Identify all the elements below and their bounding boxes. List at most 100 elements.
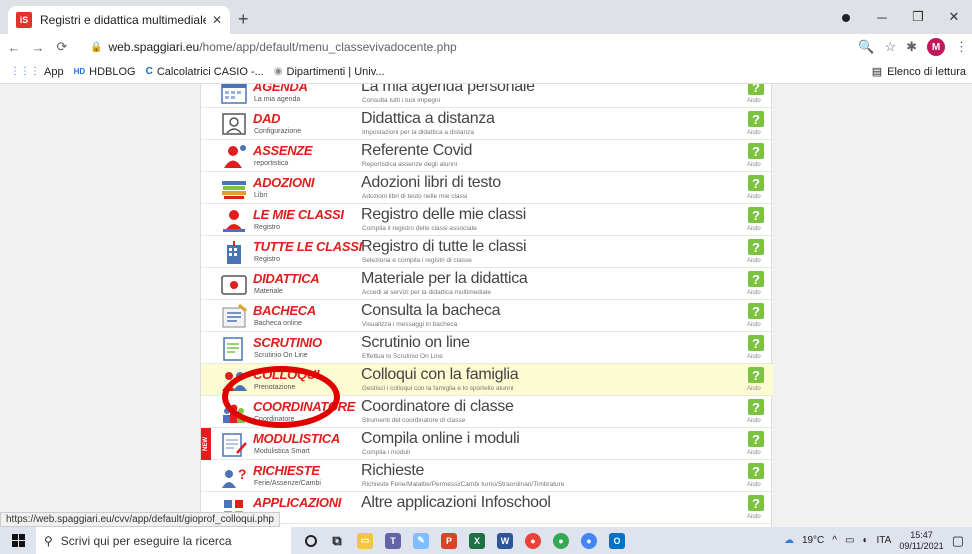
windows-start-icon[interactable] bbox=[0, 534, 36, 547]
menu-item-desc[interactable]: Colloqui con la famiglia bbox=[361, 366, 519, 384]
help-icon[interactable]: ? bbox=[748, 143, 764, 159]
new-tab-icon[interactable]: + bbox=[238, 9, 249, 30]
menu-item-desc[interactable]: Adozioni libri di testo bbox=[361, 174, 501, 192]
menu-item-desc[interactable]: Referente Covid bbox=[361, 142, 472, 160]
menu-item-applicazioni[interactable]: APPLICAZIONI Altre applicazioni Infoschoo… bbox=[201, 492, 773, 524]
menu-item-name[interactable]: COORDINATORE bbox=[253, 399, 355, 414]
outlook-icon[interactable]: O bbox=[609, 532, 625, 549]
network-icon[interactable]: ▭ bbox=[845, 535, 854, 546]
menu-item-name[interactable]: RICHIESTE bbox=[253, 463, 320, 478]
menu-item-name[interactable]: APPLICAZIONI bbox=[253, 495, 341, 510]
menu-item-name[interactable]: ADOZIONI bbox=[253, 175, 314, 190]
menu-item-desc[interactable]: Consulta la bacheca bbox=[361, 302, 501, 320]
chrome-alt-icon[interactable]: ● bbox=[581, 532, 597, 549]
close-tab-icon[interactable]: ✕ bbox=[212, 13, 222, 27]
minimize-button[interactable]: ─ bbox=[864, 10, 900, 25]
menu-item-desc[interactable]: Richieste bbox=[361, 462, 424, 480]
excel-icon[interactable]: X bbox=[469, 532, 485, 549]
menu-item-desc[interactable]: Coordinatore di classe bbox=[361, 398, 514, 416]
cortana-icon[interactable] bbox=[305, 534, 317, 547]
lock-icon: 🔒 bbox=[90, 41, 103, 53]
menu-item-desc[interactable]: Registro delle mie classi bbox=[361, 206, 526, 224]
word-icon[interactable]: W bbox=[497, 532, 513, 549]
menu-item-scrutinio[interactable]: SCRUTINIO Scrutinio On Line Scrutinio on l… bbox=[201, 332, 773, 364]
reading-list[interactable]: ▤ Elenco di lettura bbox=[872, 65, 966, 79]
menu-item-assenze[interactable]: ASSENZE reportistica Referente Covid Report… bbox=[201, 140, 773, 172]
teams-icon[interactable]: T bbox=[385, 532, 401, 549]
menu-item-modulistica[interactable]: NEW MODULISTICA Modulistica Smart Compila o… bbox=[201, 428, 773, 460]
file-explorer-icon[interactable]: ▭ bbox=[357, 532, 373, 549]
profile-avatar[interactable]: M bbox=[927, 38, 945, 56]
menu-item-name[interactable]: DAD bbox=[253, 111, 281, 126]
help-icon[interactable]: ? bbox=[748, 303, 764, 319]
bookmark-star-icon[interactable]: ☆ bbox=[884, 39, 896, 55]
chrome-profile-icon[interactable]: ● bbox=[553, 532, 569, 549]
taskbar-search[interactable]: ⚲ Scrivi qui per eseguire la ricerca bbox=[36, 527, 291, 554]
menu-item-le-mie-classi[interactable]: LE MIE CLASSI Registro Registro delle mie … bbox=[201, 204, 773, 236]
help-icon[interactable]: ? bbox=[748, 84, 764, 95]
menu-item-richieste[interactable]: ? RICHIESTE Ferie/Assenze/Cambi Richieste Ri… bbox=[201, 460, 773, 492]
restore-button[interactable]: ❐ bbox=[900, 9, 936, 25]
browser-tab[interactable]: iS Registri e didattica multimediale ✕ bbox=[8, 6, 230, 34]
help-icon[interactable]: ? bbox=[748, 367, 764, 383]
bookmark-casio[interactable]: C Calcolatrici CASIO -... bbox=[146, 66, 264, 78]
menu-item-desc[interactable]: Altre applicazioni Infoschool bbox=[361, 494, 551, 512]
help-icon[interactable]: ? bbox=[748, 111, 764, 127]
clock[interactable]: 15:47 09/11/2021 bbox=[899, 530, 943, 552]
weather-icon[interactable]: ☁ bbox=[784, 535, 794, 546]
url-field[interactable]: 🔒 web.spaggiari.eu/home/app/default/menu… bbox=[90, 36, 888, 58]
reload-icon[interactable]: ⟳ bbox=[52, 39, 72, 55]
language[interactable]: ITA bbox=[876, 535, 891, 546]
menu-item-name[interactable]: LE MIE CLASSI bbox=[253, 207, 344, 222]
menu-item-bacheca[interactable]: BACHECA Bacheca online Consulta la bacheca… bbox=[201, 300, 773, 332]
menu-item-colloqui[interactable]: COLLOQUI Prenotazione Colloqui con la fami… bbox=[201, 364, 773, 396]
help-icon[interactable]: ? bbox=[748, 399, 764, 415]
menu-item-agenda[interactable]: AGENDA La mia agenda La mia agenda persona… bbox=[201, 84, 773, 108]
bookmark-dipartimenti[interactable]: ◉ Dipartimenti | Univ... bbox=[274, 66, 385, 78]
menu-item-desc[interactable]: Compila online i moduli bbox=[361, 430, 520, 448]
browser-menu-icon[interactable]: ⋮ bbox=[955, 39, 968, 55]
tray-chevron-icon[interactable]: ^ bbox=[832, 535, 837, 546]
help-icon[interactable]: ? bbox=[748, 335, 764, 351]
help-icon[interactable]: ? bbox=[748, 207, 764, 223]
help-icon[interactable]: ? bbox=[748, 271, 764, 287]
notifications-icon[interactable]: ▢ bbox=[952, 533, 964, 549]
extensions-icon[interactable]: ✱ bbox=[906, 39, 917, 55]
menu-item-name[interactable]: BACHECA bbox=[253, 303, 316, 318]
volume-icon[interactable]: ◐ bbox=[862, 535, 868, 546]
paint-icon[interactable]: ✎ bbox=[413, 532, 429, 549]
powerpoint-icon[interactable]: P bbox=[441, 532, 457, 549]
menu-item-adozioni[interactable]: ADOZIONI Libri Adozioni libri di testo Adoz… bbox=[201, 172, 773, 204]
temperature[interactable]: 19°C bbox=[802, 535, 824, 546]
menu-item-desc[interactable]: Scrutinio on line bbox=[361, 334, 470, 352]
close-window-button[interactable]: ✕ bbox=[936, 9, 972, 25]
menu-item-desc[interactable]: Registro di tutte le classi bbox=[361, 238, 527, 256]
help-icon[interactable]: ? bbox=[748, 431, 764, 447]
menu-item-desc[interactable]: La mia agenda personale bbox=[361, 84, 535, 96]
menu-item-name[interactable]: TUTTE LE CLASSI bbox=[253, 239, 362, 254]
help-icon[interactable]: ? bbox=[748, 175, 764, 191]
record-icon[interactable] bbox=[828, 10, 864, 25]
menu-item-name[interactable]: ASSENZE bbox=[253, 143, 313, 158]
menu-item-desc[interactable]: Didattica a distanza bbox=[361, 110, 495, 128]
menu-item-name[interactable]: MODULISTICA bbox=[253, 431, 340, 446]
bookmark-app[interactable]: ⋮⋮⋮ App bbox=[10, 66, 64, 78]
menu-item-desc[interactable]: Materiale per la didattica bbox=[361, 270, 528, 288]
menu-item-tutte-le-classi[interactable]: TUTTE LE CLASSI Registro Registro di tutte… bbox=[201, 236, 773, 268]
help-icon[interactable]: ? bbox=[748, 239, 764, 255]
chrome-icon[interactable]: ● bbox=[525, 532, 541, 549]
task-view-icon[interactable]: ⧉ bbox=[329, 533, 345, 549]
menu-item-didattica[interactable]: DIDATTICA Materiale Materiale per la didat… bbox=[201, 268, 773, 300]
bookmark-hdblog[interactable]: HD HDBLOG bbox=[74, 66, 136, 78]
menu-item-name[interactable]: COLLOQUI bbox=[253, 367, 320, 382]
menu-item-coordinatore[interactable]: COORDINATORE Coordinatore Coordinatore di … bbox=[201, 396, 773, 428]
menu-item-dad[interactable]: DAD Configurazione Didattica a distanza Imp… bbox=[201, 108, 773, 140]
help-icon[interactable]: ? bbox=[748, 495, 764, 511]
back-icon[interactable]: ← bbox=[4, 40, 24, 55]
menu-item-name[interactable]: DIDATTICA bbox=[253, 271, 320, 286]
zoom-icon[interactable]: 🔍 bbox=[858, 39, 874, 55]
menu-item-name[interactable]: SCRUTINIO bbox=[253, 335, 322, 350]
menu-item-name[interactable]: AGENDA bbox=[253, 84, 308, 94]
forward-icon[interactable]: → bbox=[28, 40, 48, 55]
help-icon[interactable]: ? bbox=[748, 463, 764, 479]
